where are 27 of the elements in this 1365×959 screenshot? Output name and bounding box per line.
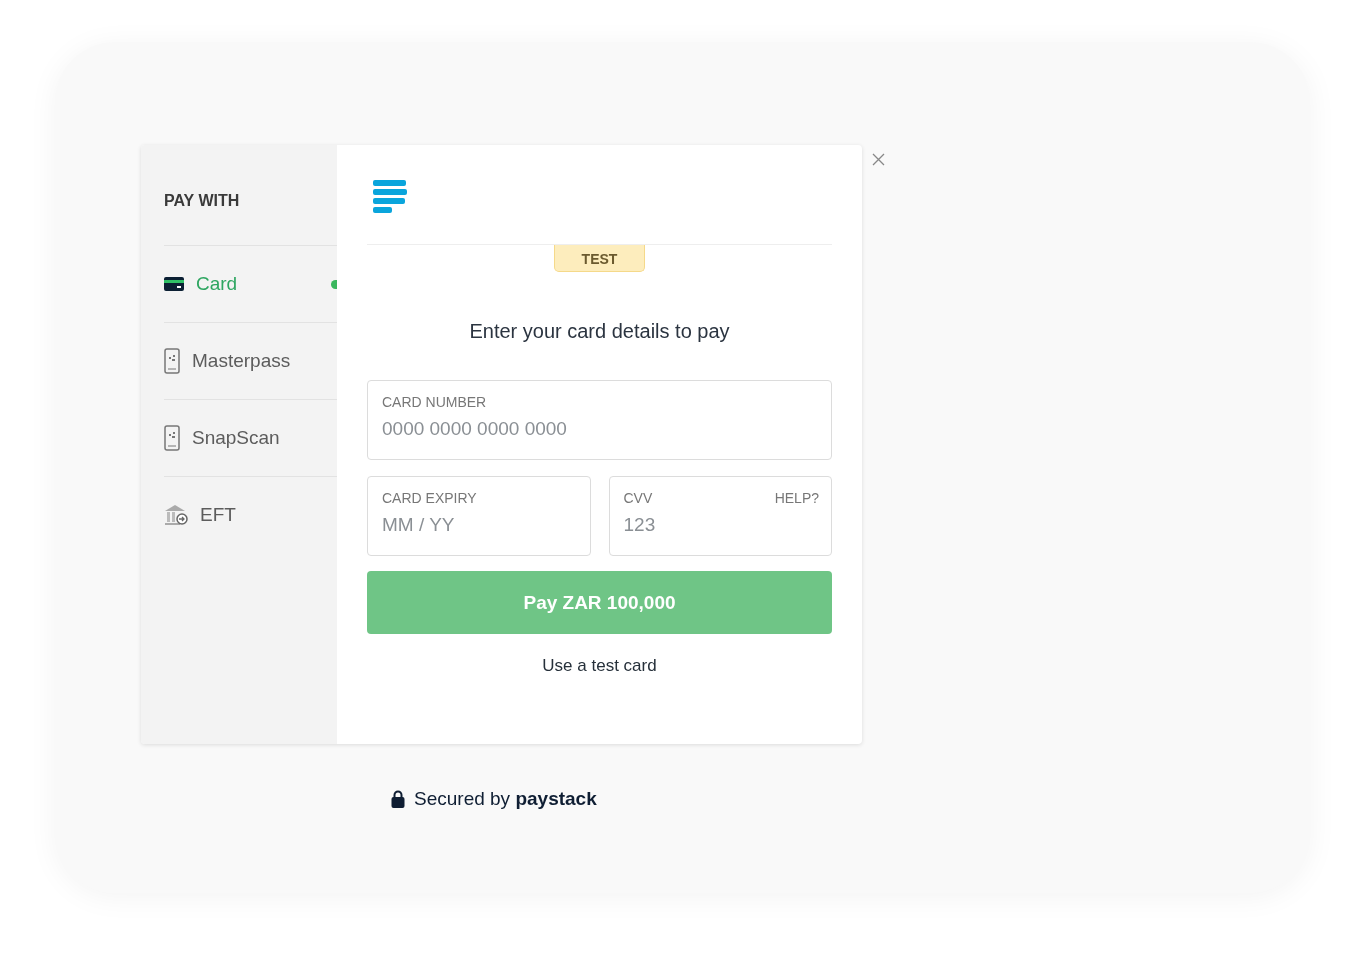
payment-method-item[interactable]: Masterpass [164,323,337,400]
active-indicator [331,280,337,289]
payment-method-item[interactable]: SnapScan [164,400,337,477]
close-icon[interactable] [872,153,885,166]
merchant-logo [373,180,407,215]
phone-icon [164,425,180,451]
phone-icon [164,348,180,374]
credit-card-icon [164,277,184,291]
help-link[interactable]: HELP? [774,490,819,506]
sidebar-title: PAY WITH [164,192,337,246]
payment-method-item[interactable]: Card [164,246,337,323]
input-field[interactable]: MM / YY [382,514,578,536]
input-field[interactable]: 123 [623,514,819,536]
field-box[interactable]: CARD NUMBER 0000 0000 0000 0000 [367,380,832,460]
field-label: CVV [623,490,653,506]
test-card-link[interactable]: Use a test card [542,656,657,676]
lock-icon [391,790,405,808]
test-badge: TEST [553,245,646,272]
input-field[interactable]: 0000 0000 0000 0000 [382,418,819,440]
bank-icon [164,504,188,526]
dialog-heading: Enter your card details to pay [469,320,730,343]
secured-by-text: Secured by paystack [414,788,597,810]
field-label: CARD EXPIRY [382,490,477,506]
field-label: CARD NUMBER [382,394,487,410]
field-box[interactable]: CVV HELP? 123 [608,476,832,556]
field-box[interactable]: CARD EXPIRY MM / YY [367,476,591,556]
payment-method-item[interactable]: EFT [164,477,337,553]
